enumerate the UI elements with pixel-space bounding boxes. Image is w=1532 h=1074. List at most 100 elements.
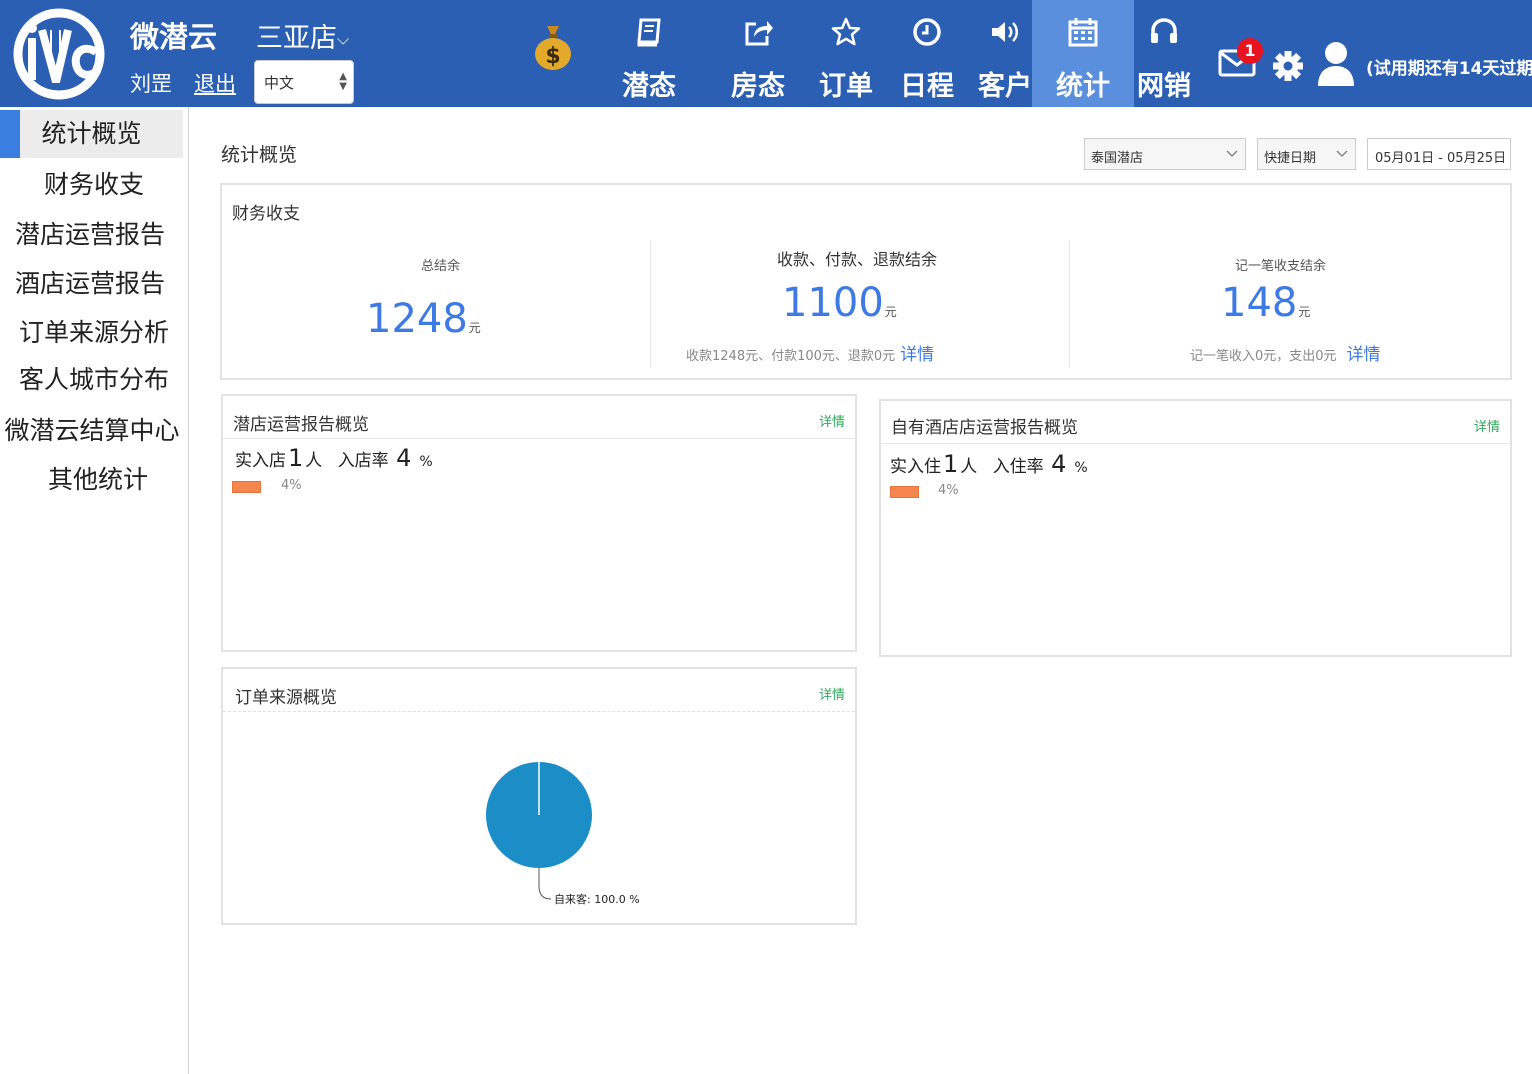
speaker-icon bbox=[992, 22, 1018, 42]
nav-label: 房态 bbox=[731, 71, 785, 102]
sidebar-item-label: 微潜云结算中心 bbox=[4, 416, 180, 445]
nav-tab-schedule[interactable]: 日程 bbox=[890, 0, 964, 107]
nav-label: 客户 bbox=[978, 71, 1032, 102]
finance-panel-title: 财务收支 bbox=[232, 204, 300, 224]
nav-label: 订单 bbox=[819, 71, 873, 102]
sidebar-item-other-stats[interactable]: 其他统计 bbox=[4, 456, 192, 504]
hotel-checkin-stat: 实入住1 人 入住率 4% bbox=[890, 450, 1088, 478]
panel-divider bbox=[223, 711, 855, 712]
dive-checkin-stat: 实入店1 人 入店率 4% bbox=[235, 444, 433, 472]
hotel-report-title: 自有酒店店运营报告概览 bbox=[891, 418, 1078, 438]
dive-report-title: 潜店运营报告概览 bbox=[233, 415, 369, 435]
total-balance-label: 总结余 bbox=[421, 259, 461, 274]
sidebar-item-overview[interactable]: 统计概览 bbox=[0, 110, 183, 158]
trial-notice: (试用期还有14天过期) bbox=[1366, 59, 1532, 79]
nav-tab-statistics[interactable]: 统计 bbox=[1032, 0, 1134, 107]
nav-label: 网销 bbox=[1137, 71, 1191, 102]
user-avatar-icon bbox=[1318, 42, 1354, 86]
payment-balance-value: 1100元 bbox=[782, 280, 897, 326]
top-navigation-bar: 微潜云 三亚店⌵ 刘罡 退出 中文 ▲ ▼ $ 潜态 房态 订单 日程 客户 统计… bbox=[0, 0, 1532, 107]
chevron-down-icon bbox=[1336, 150, 1348, 158]
sidebar-item-finance[interactable]: 财务收支 bbox=[0, 161, 188, 209]
sidebar-item-hotel-report[interactable]: 酒店运营报告 bbox=[0, 260, 184, 308]
sidebar: 统计概览 财务收支 潜店运营报告 酒店运营报告 订单来源分析 客人城市分布 微潜… bbox=[0, 107, 189, 1074]
nav-tab-qiantai[interactable]: 潜态 bbox=[610, 0, 688, 107]
svg-text:$: $ bbox=[545, 44, 560, 69]
stat-prefix: 实入店 bbox=[235, 451, 286, 471]
date-shortcut-value: 快捷日期 bbox=[1264, 151, 1317, 166]
order-source-detail-link[interactable]: 详情 bbox=[819, 684, 845, 703]
nav-tab-orders[interactable]: 订单 bbox=[810, 0, 882, 107]
store-switcher[interactable]: 三亚店⌵ bbox=[256, 16, 349, 55]
payment-detail-link[interactable]: 详情 bbox=[900, 345, 934, 365]
rate-label: 入店率 bbox=[337, 451, 389, 471]
payment-balance-label: 收款、付款、退款结余 bbox=[777, 250, 938, 269]
column-divider bbox=[1069, 240, 1070, 368]
currency-unit: 元 bbox=[884, 305, 897, 319]
money-bag-icon[interactable]: $ bbox=[533, 22, 573, 72]
panel-divider bbox=[223, 438, 855, 439]
currency-unit: 元 bbox=[1298, 305, 1311, 319]
nav-tab-room-status[interactable]: 房态 bbox=[718, 0, 798, 107]
star-icon bbox=[831, 17, 861, 46]
ledger-detail-link[interactable]: 详情 bbox=[1347, 345, 1381, 365]
sidebar-item-label: 订单来源分析 bbox=[18, 318, 169, 347]
gear-icon bbox=[1273, 51, 1303, 81]
user-name: 刘罡 bbox=[130, 72, 172, 96]
language-select[interactable]: 中文 ▲ ▼ bbox=[254, 60, 354, 104]
nav-label: 统计 bbox=[1056, 71, 1110, 102]
book-icon bbox=[637, 18, 661, 47]
occupancy-rate: 4 bbox=[1051, 450, 1067, 478]
headphones-icon bbox=[1151, 18, 1177, 43]
ledger-breakdown: 记一笔收入0元，支出0元 详情 bbox=[1190, 340, 1381, 365]
sidebar-item-label: 统计概览 bbox=[41, 119, 142, 148]
sidebar-item-settlement[interactable]: 微潜云结算中心 bbox=[0, 407, 186, 455]
currency-unit: 元 bbox=[468, 321, 481, 335]
order-source-title: 订单来源概览 bbox=[235, 688, 337, 708]
hotel-report-detail-link[interactable]: 详情 bbox=[1474, 416, 1500, 435]
calendar-icon bbox=[1068, 18, 1098, 47]
occupancy-rate-bar-label: 4% bbox=[938, 483, 959, 498]
panel-divider bbox=[881, 443, 1510, 444]
date-range-picker[interactable]: 05月01日 - 05月25日 bbox=[1367, 138, 1511, 170]
logout-link[interactable]: 退出 bbox=[194, 68, 236, 98]
payment-balance-number: 1100 bbox=[782, 280, 884, 326]
date-shortcut-select[interactable]: 快捷日期 bbox=[1257, 138, 1356, 170]
store-filter-value: 泰国潜店 bbox=[1091, 151, 1144, 166]
pie-slice-label: 自来客: 100.0 % bbox=[554, 892, 640, 906]
dive-report-panel: 潜店运营报告概览 详情 bbox=[221, 394, 857, 652]
payment-breakdown-text: 收款1248元、付款100元、退款0元 bbox=[686, 349, 896, 364]
total-balance-value: 1248元 bbox=[366, 296, 481, 342]
chevron-down-icon: ⌵ bbox=[337, 29, 350, 49]
dive-logo-icon[interactable] bbox=[10, 8, 108, 100]
rate-unit: % bbox=[1074, 460, 1088, 476]
rate-unit: % bbox=[419, 454, 433, 470]
chevron-down-icon bbox=[1226, 150, 1238, 158]
store-filter-select[interactable]: 泰国潜店 bbox=[1084, 138, 1246, 170]
checkin-rate: 4 bbox=[396, 444, 412, 472]
sidebar-item-label: 客人城市分布 bbox=[18, 365, 169, 394]
rate-label: 入住率 bbox=[992, 457, 1044, 477]
nav-tab-customers[interactable]: 客户 bbox=[970, 0, 1040, 107]
ledger-balance-number: 148 bbox=[1221, 280, 1298, 326]
unread-mail-badge: 1 bbox=[1237, 38, 1263, 64]
column-divider bbox=[650, 240, 651, 368]
sidebar-item-label: 潜店运营报告 bbox=[14, 220, 165, 249]
payment-breakdown: 收款1248元、付款100元、退款0元 详情 bbox=[686, 340, 934, 365]
select-arrows-icon: ▲ ▼ bbox=[339, 71, 347, 92]
checkin-count: 1 bbox=[288, 444, 304, 472]
sidebar-item-dive-report[interactable]: 潜店运营报告 bbox=[0, 211, 184, 259]
share-icon bbox=[745, 21, 773, 46]
dive-report-detail-link[interactable]: 详情 bbox=[819, 411, 845, 430]
sidebar-item-guest-city[interactable]: 客人城市分布 bbox=[0, 356, 188, 404]
sidebar-item-label: 财务收支 bbox=[43, 170, 144, 199]
occupancy-rate-bar bbox=[890, 486, 919, 498]
sidebar-item-order-source[interactable]: 订单来源分析 bbox=[0, 309, 188, 357]
page-title: 统计概览 bbox=[221, 144, 298, 166]
count-unit: 人 bbox=[960, 457, 978, 477]
nav-tab-online-sales[interactable]: 网销 bbox=[1134, 0, 1194, 107]
ledger-breakdown-text: 记一笔收入0元，支出0元 bbox=[1190, 349, 1337, 364]
ledger-balance-value: 148元 bbox=[1221, 280, 1310, 326]
count-unit: 人 bbox=[305, 451, 323, 471]
order-source-pie-chart: 自来客: 100.0 % bbox=[486, 762, 640, 906]
